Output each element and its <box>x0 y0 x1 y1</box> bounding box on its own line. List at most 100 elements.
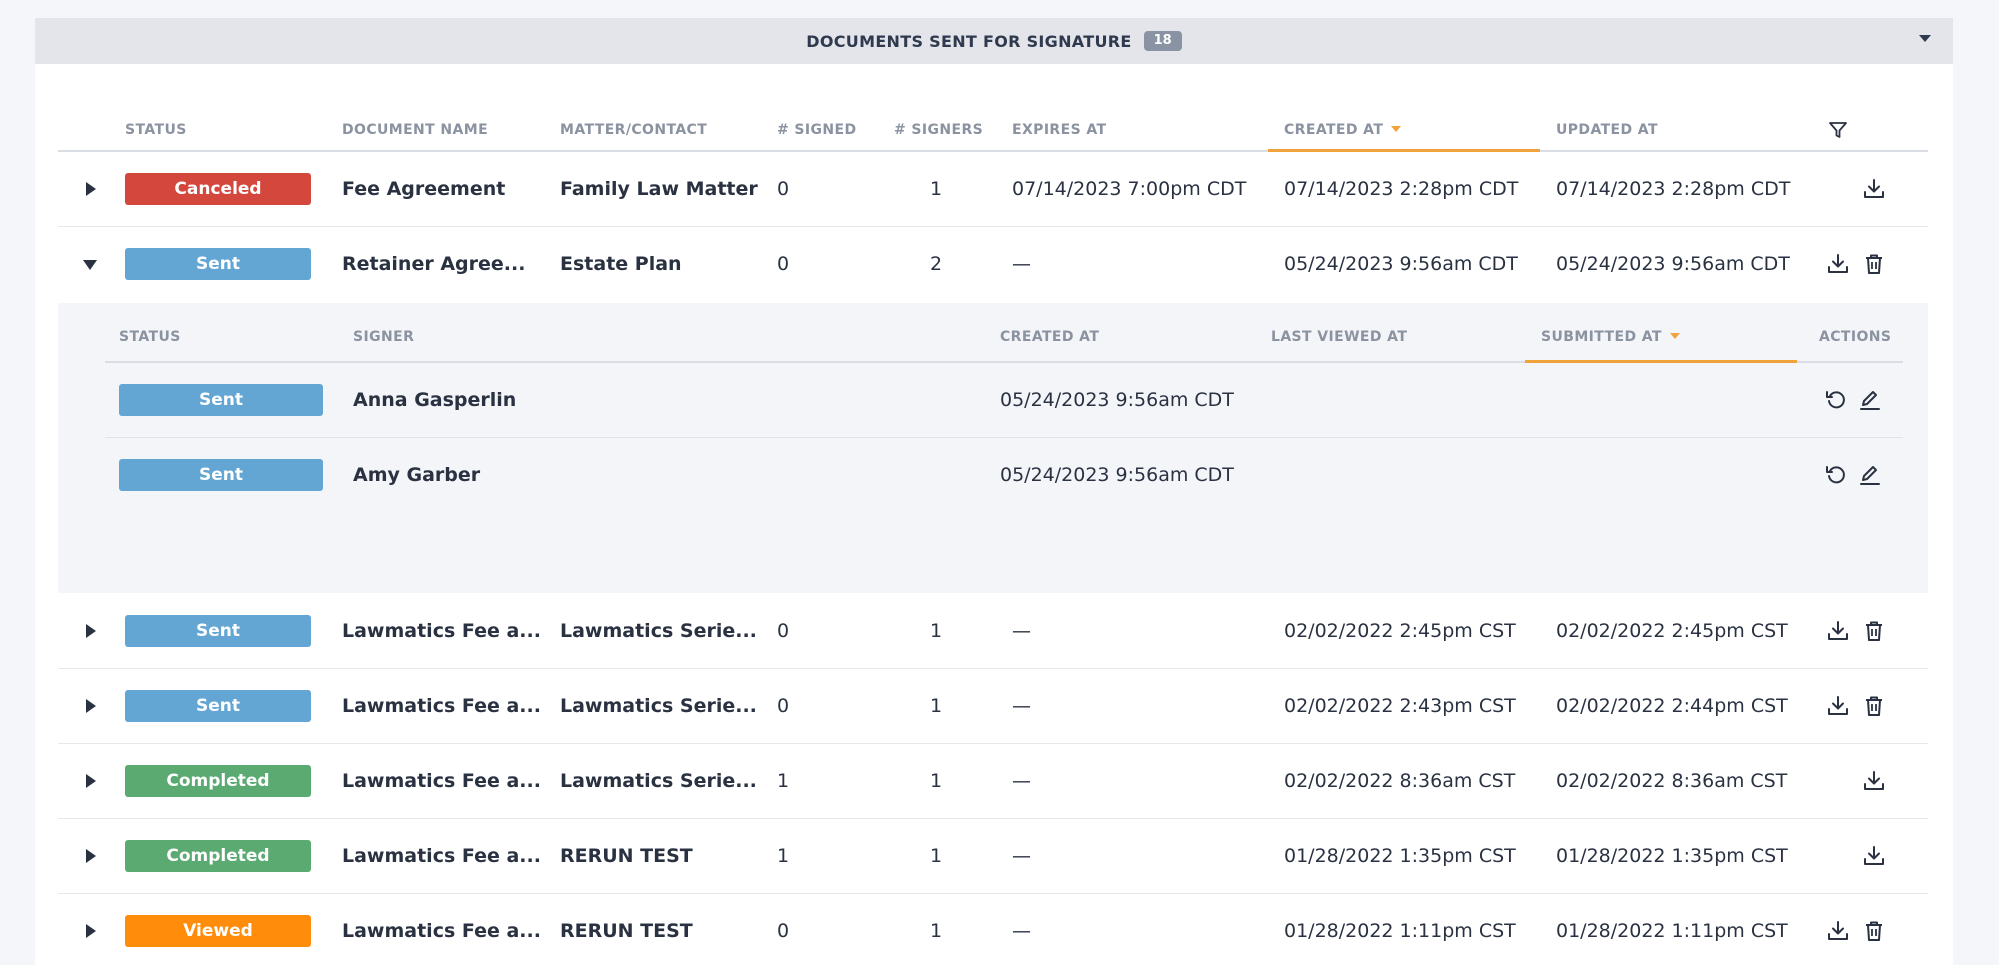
signer-column-submitted-at[interactable]: SUBMITTED AT <box>1541 329 1680 345</box>
updated-at: 05/24/2023 9:56am CDT <box>1556 253 1790 275</box>
filter-icon[interactable] <box>1828 120 1848 140</box>
chevron-down-icon[interactable] <box>1919 35 1931 42</box>
document-name[interactable]: Lawmatics Fee a... <box>342 669 541 743</box>
document-name[interactable]: Lawmatics Fee a... <box>342 594 541 668</box>
column-signers[interactable]: # SIGNERS <box>894 122 983 138</box>
expires-at: — <box>1012 695 1031 717</box>
signed-count: 1 <box>777 770 790 792</box>
matter-contact-link[interactable]: RERUN TEST <box>560 894 693 965</box>
table-row[interactable]: Sent Retainer Agree... Estate Plan 0 2 —… <box>58 227 1928 301</box>
table-header: STATUS DOCUMENT NAME MATTER/CONTACT # SI… <box>58 98 1928 152</box>
table-row[interactable]: Completed Lawmatics Fee a... RERUN TEST … <box>58 819 1928 894</box>
trash-icon[interactable] <box>1861 251 1887 277</box>
download-icon[interactable] <box>1825 693 1851 719</box>
download-icon[interactable] <box>1861 768 1887 794</box>
signer-status-badge: Sent <box>119 384 323 416</box>
download-icon[interactable] <box>1825 618 1851 644</box>
collapse-row-icon[interactable] <box>83 260 97 270</box>
expand-row-icon[interactable] <box>86 624 96 638</box>
matter-contact-link[interactable]: Lawmatics Serie... <box>560 744 757 818</box>
signer-column-created-at[interactable]: CREATED AT <box>1000 329 1099 345</box>
document-name[interactable]: Fee Agreement <box>342 152 505 226</box>
signer-row[interactable]: Sent Amy Garber 05/24/2023 9:56am CDT <box>105 438 1903 512</box>
signer-column-last-viewed-at[interactable]: LAST VIEWED AT <box>1271 329 1407 345</box>
updated-at: 02/02/2022 2:45pm CST <box>1556 620 1788 642</box>
download-icon[interactable] <box>1825 251 1851 277</box>
signer-column-submitted-at-label: SUBMITTED AT <box>1541 329 1662 345</box>
status-badge: Completed <box>125 765 311 797</box>
status-badge: Completed <box>125 840 311 872</box>
sort-desc-icon <box>1669 333 1680 339</box>
matter-contact-link[interactable]: Lawmatics Serie... <box>560 594 757 668</box>
resend-icon[interactable] <box>1823 387 1849 413</box>
signed-count: 0 <box>777 178 790 200</box>
expand-row-icon[interactable] <box>86 924 96 938</box>
matter-contact-link[interactable]: Family Law Matter <box>560 152 758 226</box>
documents-panel: DOCUMENTS SENT FOR SIGNATURE 18 STATUS D… <box>35 18 1953 965</box>
column-matter-contact[interactable]: MATTER/CONTACT <box>560 122 707 138</box>
document-name[interactable]: Lawmatics Fee a... <box>342 894 541 965</box>
resend-icon[interactable] <box>1823 462 1849 488</box>
created-at: 02/02/2022 8:36am CST <box>1284 770 1516 792</box>
signer-name: Amy Garber <box>353 464 481 486</box>
signer-row[interactable]: Sent Anna Gasperlin 05/24/2023 9:56am CD… <box>105 363 1903 438</box>
column-document-name[interactable]: DOCUMENT NAME <box>342 122 488 138</box>
signer-column-signer[interactable]: SIGNER <box>353 329 414 345</box>
matter-contact-link[interactable]: RERUN TEST <box>560 819 693 893</box>
download-icon[interactable] <box>1861 176 1887 202</box>
expires-at: — <box>1012 845 1031 867</box>
edit-icon[interactable] <box>1857 462 1883 488</box>
table-row[interactable]: Completed Lawmatics Fee a... Lawmatics S… <box>58 744 1928 819</box>
signed-count: 0 <box>777 620 790 642</box>
signers-count: 1 <box>930 845 943 867</box>
status-badge: Sent <box>125 690 311 722</box>
expand-row-icon[interactable] <box>86 182 96 196</box>
trash-icon[interactable] <box>1861 918 1887 944</box>
trash-icon[interactable] <box>1861 618 1887 644</box>
matter-contact-link[interactable]: Estate Plan <box>560 227 682 301</box>
expand-row-icon[interactable] <box>86 774 96 788</box>
table-row[interactable]: Viewed Lawmatics Fee a... RERUN TEST 0 1… <box>58 894 1928 965</box>
expires-at: 07/14/2023 7:00pm CDT <box>1012 178 1247 200</box>
expand-row-icon[interactable] <box>86 699 96 713</box>
download-icon[interactable] <box>1825 918 1851 944</box>
edit-icon[interactable] <box>1857 387 1883 413</box>
column-created-at-label: CREATED AT <box>1284 122 1384 138</box>
signed-count: 1 <box>777 845 790 867</box>
signed-count: 0 <box>777 253 790 275</box>
expires-at: — <box>1012 253 1031 275</box>
expand-row-icon[interactable] <box>86 849 96 863</box>
document-name[interactable]: Lawmatics Fee a... <box>342 744 541 818</box>
created-at: 01/28/2022 1:35pm CST <box>1284 845 1516 867</box>
panel-header[interactable]: DOCUMENTS SENT FOR SIGNATURE 18 <box>35 18 1953 64</box>
signer-column-status[interactable]: STATUS <box>119 329 181 345</box>
column-updated-at[interactable]: UPDATED AT <box>1556 122 1658 138</box>
signer-column-actions: ACTIONS <box>1819 329 1892 345</box>
created-at: 01/28/2022 1:11pm CST <box>1284 920 1516 942</box>
document-name[interactable]: Lawmatics Fee a... <box>342 819 541 893</box>
table-row[interactable]: Canceled Fee Agreement Family Law Matter… <box>58 152 1928 227</box>
document-name[interactable]: Retainer Agree... <box>342 227 525 301</box>
download-icon[interactable] <box>1861 843 1887 869</box>
column-expires-at[interactable]: EXPIRES AT <box>1012 122 1106 138</box>
trash-icon[interactable] <box>1861 693 1887 719</box>
signers-header: STATUS SIGNER CREATED AT LAST VIEWED AT … <box>105 303 1903 363</box>
expires-at: — <box>1012 620 1031 642</box>
expires-at: — <box>1012 770 1031 792</box>
status-badge: Viewed <box>125 915 311 947</box>
updated-at: 02/02/2022 2:44pm CST <box>1556 695 1788 717</box>
signers-count: 2 <box>930 253 943 275</box>
table-row[interactable]: Sent Lawmatics Fee a... Lawmatics Serie.… <box>58 594 1928 669</box>
column-status[interactable]: STATUS <box>125 122 187 138</box>
signed-count: 0 <box>777 920 790 942</box>
column-signed[interactable]: # SIGNED <box>777 122 857 138</box>
created-at: 07/14/2023 2:28pm CDT <box>1284 178 1519 200</box>
column-created-at[interactable]: CREATED AT <box>1284 122 1402 138</box>
table-row[interactable]: Sent Lawmatics Fee a... Lawmatics Serie.… <box>58 669 1928 744</box>
matter-contact-link[interactable]: Lawmatics Serie... <box>560 669 757 743</box>
sort-desc-icon <box>1391 126 1402 132</box>
signers-count: 1 <box>930 620 943 642</box>
signers-count: 1 <box>930 770 943 792</box>
signer-name: Anna Gasperlin <box>353 389 517 411</box>
updated-at: 01/28/2022 1:35pm CST <box>1556 845 1788 867</box>
